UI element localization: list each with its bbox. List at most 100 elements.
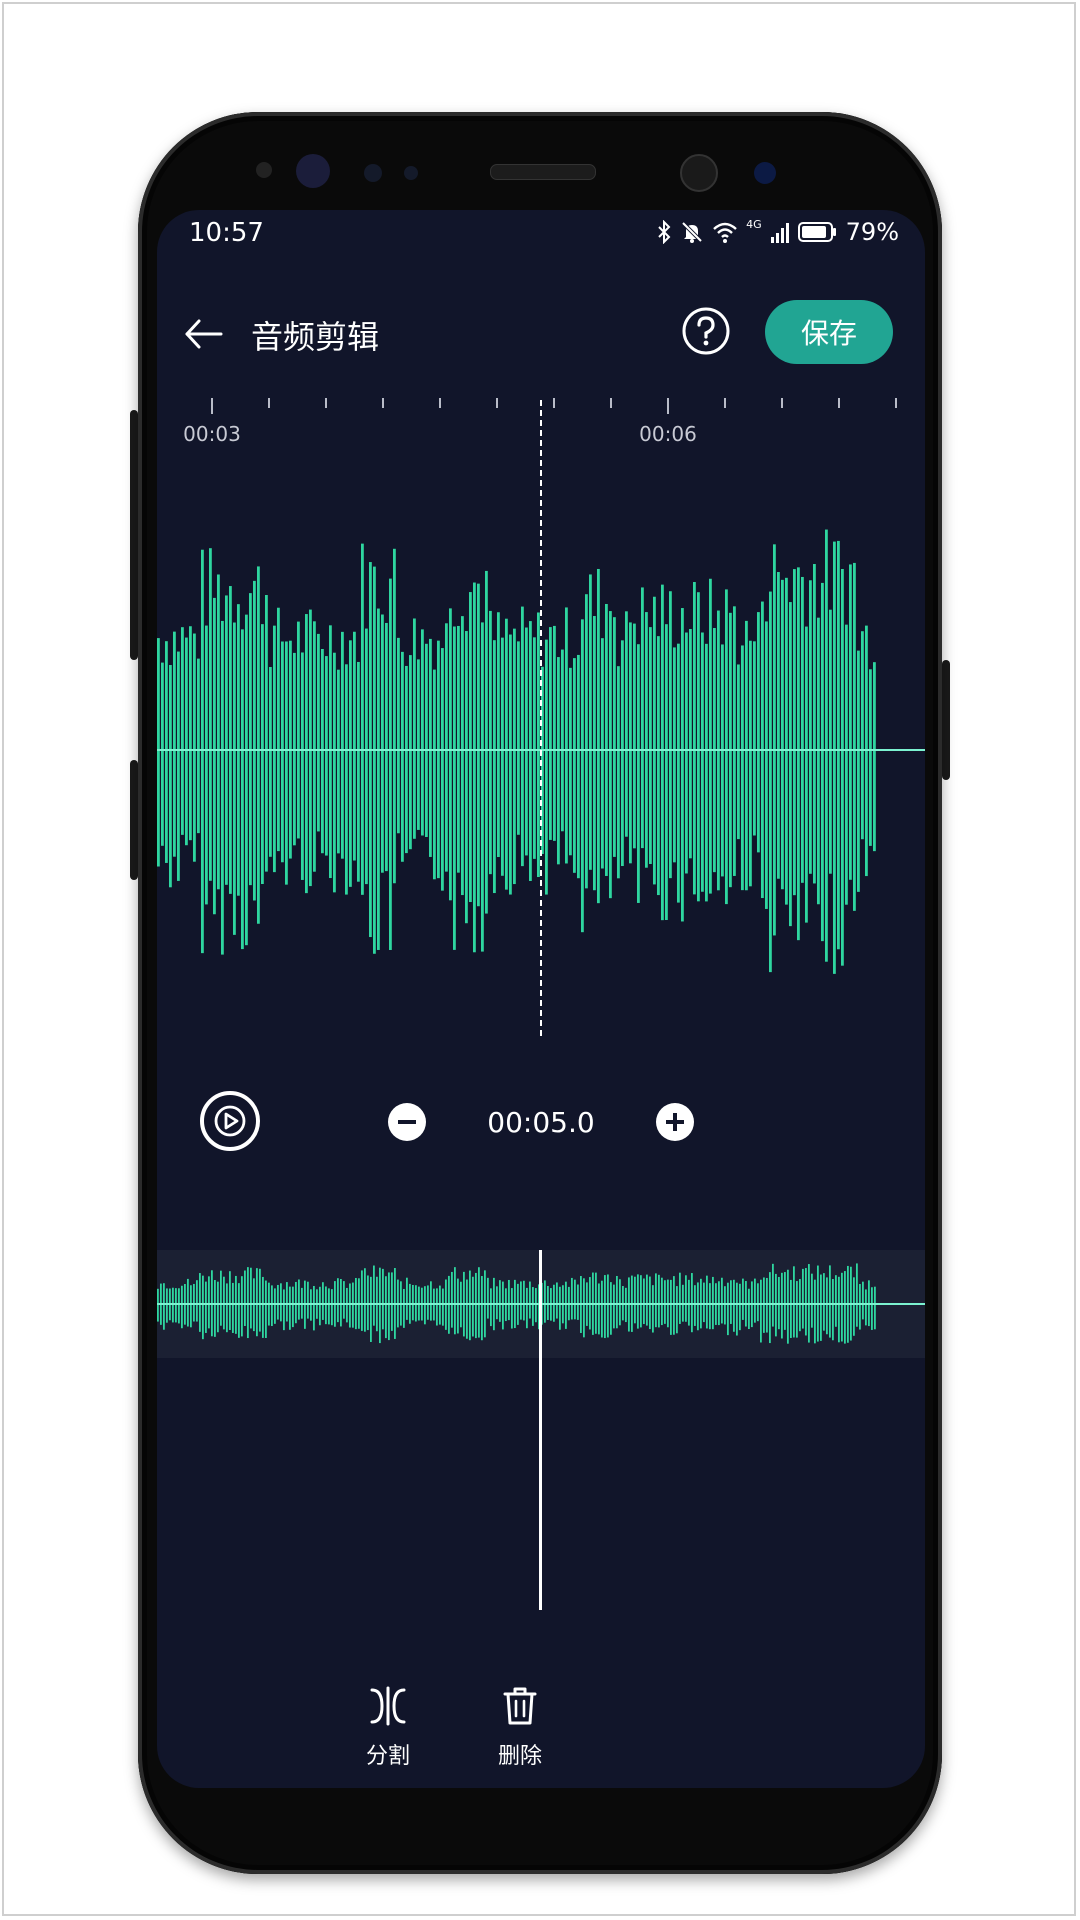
waveform-bar <box>364 1268 366 1332</box>
waveform-bar <box>613 1284 615 1329</box>
ruler-tick <box>268 398 270 408</box>
waveform-bar <box>229 1271 231 1330</box>
waveform-bar <box>805 1268 807 1336</box>
waveform-bar <box>241 629 244 950</box>
waveform-bar <box>401 651 404 862</box>
waveform-bar <box>813 564 816 884</box>
waveform-bar <box>283 1289 285 1331</box>
waveform-bar <box>769 1272 771 1344</box>
waveform-bar <box>634 1276 636 1324</box>
waveform-bar <box>313 1285 315 1331</box>
waveform-bar <box>307 1281 309 1319</box>
waveform-bar <box>561 649 564 832</box>
waveform-bar <box>793 1266 795 1338</box>
waveform-bar <box>405 665 408 854</box>
waveform-bar <box>478 1267 480 1338</box>
plus-icon[interactable] <box>655 1102 695 1142</box>
waveform-bar <box>403 1288 405 1328</box>
waveform-bar <box>754 1278 756 1323</box>
waveform-bar <box>357 661 360 882</box>
waveform-bar <box>691 1273 693 1333</box>
waveform-bar <box>544 1280 546 1323</box>
back-arrow-icon[interactable] <box>181 312 225 356</box>
app-header: 音频剪辑 保存 <box>157 282 925 382</box>
waveform-bar <box>469 1270 471 1341</box>
waveform-bar <box>853 562 856 911</box>
ruler-tick <box>382 398 384 408</box>
waveform-bar <box>657 636 660 896</box>
waveform-bar <box>461 616 464 896</box>
waveform-bar <box>451 1271 453 1328</box>
waveform-bar <box>585 594 588 889</box>
waveform-bar <box>661 584 664 921</box>
waveform-bar <box>305 614 308 894</box>
waveform-bar <box>201 549 204 954</box>
waveform-bar <box>481 622 484 952</box>
waveform-bar <box>625 611 628 837</box>
save-button[interactable]: 保存 <box>765 300 893 364</box>
waveform-bar <box>472 1276 474 1337</box>
waveform-bar <box>605 603 608 876</box>
playback-controls: 00:05.0 <box>157 1072 925 1162</box>
current-time: 00:05.0 <box>487 1106 595 1139</box>
waveform-bar <box>709 578 712 894</box>
waveform-bar <box>745 620 748 891</box>
waveform-bar <box>445 623 448 872</box>
waveform-bar <box>793 569 796 896</box>
ruler-label: 00:06 <box>639 422 697 446</box>
delete-label: 删除 <box>497 1744 542 1769</box>
waveform-bar <box>331 1289 333 1326</box>
waveform-bar <box>185 637 188 846</box>
waveform-bar <box>271 1285 273 1327</box>
waveform-bar <box>629 622 632 864</box>
waveform-bar <box>166 1288 168 1323</box>
waveform-bar <box>349 640 352 887</box>
waveform-bar <box>253 580 256 901</box>
waveform-bar <box>577 654 580 879</box>
waveform-bar <box>829 1265 831 1338</box>
ruler-tick <box>553 398 555 408</box>
waveform-bar <box>721 644 724 877</box>
waveform-bar <box>521 606 524 867</box>
help-icon[interactable] <box>681 306 731 356</box>
minus-icon[interactable] <box>387 1102 427 1142</box>
waveform-bar <box>241 1276 243 1337</box>
waveform-bar <box>340 1278 342 1327</box>
waveform-bar <box>262 1276 264 1338</box>
waveform-bar <box>559 1286 561 1330</box>
waveform-bar <box>505 618 508 890</box>
delete-button[interactable]: 删除 <box>475 1684 565 1770</box>
waveform-bar <box>257 566 260 924</box>
waveform-bar <box>190 1285 192 1328</box>
waveform-bar <box>361 1270 363 1331</box>
waveform-bar <box>725 589 728 905</box>
waveform-bar <box>442 1288 444 1326</box>
waveform-bar <box>581 619 584 933</box>
waveform-bar <box>649 627 652 865</box>
waveform-bar <box>862 1281 864 1320</box>
waveform-bar <box>705 643 708 902</box>
waveform-bar <box>232 1282 234 1333</box>
front-sensor-2 <box>296 154 330 188</box>
waveform-bar <box>619 1279 621 1326</box>
status-time: 10:57 <box>189 218 264 248</box>
waveform-bar <box>789 602 792 927</box>
waveform-bar <box>513 628 516 885</box>
waveform-bar <box>703 1282 705 1323</box>
playhead-dashed-line[interactable] <box>540 400 542 1036</box>
waveform-bar <box>379 1267 381 1344</box>
play-icon[interactable] <box>199 1090 261 1152</box>
waveform-bar <box>637 644 640 903</box>
waveform-bar <box>571 1277 573 1320</box>
waveform-bar <box>373 1265 375 1326</box>
waveform-bar <box>617 666 620 879</box>
waveform-bar <box>737 664 740 840</box>
overview-cursor[interactable] <box>539 1250 542 1610</box>
waveform-bar <box>520 1281 522 1320</box>
split-button[interactable]: 分割 <box>343 1684 433 1770</box>
waveform-bar <box>601 1280 603 1338</box>
ruler-label: 00:03 <box>183 422 241 446</box>
waveform-bar <box>838 1276 840 1343</box>
waveform-bar <box>769 591 772 973</box>
waveform-bar <box>829 609 832 874</box>
